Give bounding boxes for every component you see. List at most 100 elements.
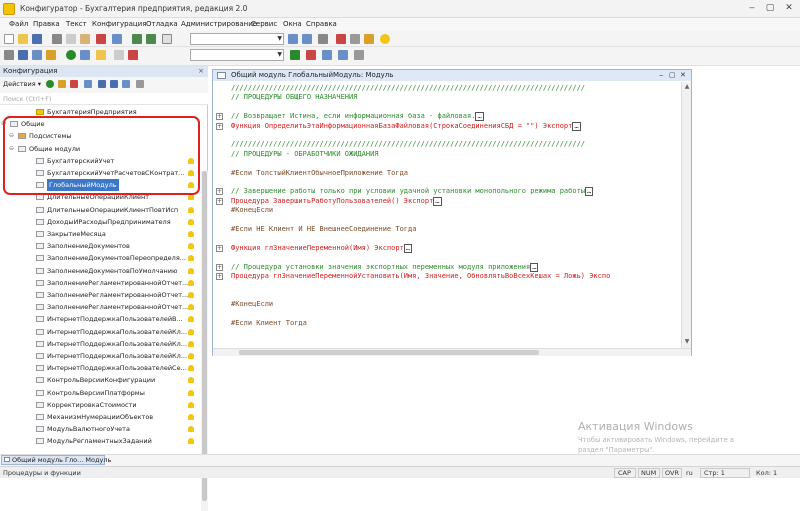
tree-item[interactable]: КонтрольВерсииКонфигурации [0, 374, 208, 386]
tree-item[interactable]: ЗаполнениеДокументов [0, 240, 208, 252]
find-next-icon[interactable] [288, 34, 298, 44]
save-icon[interactable] [32, 34, 42, 44]
scroll-down-icon[interactable]: ▼ [683, 338, 691, 346]
syntax-check-icon[interactable] [364, 34, 374, 44]
menu-file[interactable]: Файл [9, 20, 28, 28]
tree-item[interactable]: ДоходыИРасходыПредпринимателя [0, 216, 208, 228]
collapsed-block-icon[interactable]: … [403, 243, 413, 253]
cut-icon[interactable] [52, 34, 62, 44]
menu-windows[interactable]: Окна [283, 20, 302, 28]
print-icon[interactable] [112, 34, 122, 44]
panel-close-icon[interactable]: × [198, 66, 204, 77]
redo-icon[interactable] [146, 34, 156, 44]
collapsed-block-icon[interactable]: … [572, 121, 581, 131]
fold-toggle-icon[interactable]: + [216, 188, 223, 196]
edit-icon[interactable] [58, 80, 66, 88]
delete-icon[interactable] [96, 34, 106, 44]
menu-text[interactable]: Текст [66, 20, 87, 28]
undo-icon[interactable] [132, 34, 142, 44]
db-icon[interactable] [18, 50, 28, 60]
fold-toggle-icon[interactable]: + [216, 244, 223, 252]
breakpoint-icon[interactable] [290, 50, 300, 60]
move-down-icon[interactable] [110, 80, 118, 88]
tree-scrollbar-thumb[interactable] [202, 171, 207, 501]
menu-administration[interactable]: Администрирование [181, 20, 257, 28]
editor-vscrollbar[interactable]: ▲ ▼ [681, 82, 691, 348]
tree-item[interactable]: ЗаполнениеДокументовПереопределя... [0, 252, 208, 264]
bookmark-icon[interactable] [336, 34, 346, 44]
tree-item[interactable]: ДлительныеОперацииКлиентПовтИсп [0, 204, 208, 216]
tree-item[interactable]: ИнтернетПоддержкаПользователейКл... [0, 350, 208, 362]
editor-maximize-button[interactable]: ▢ [669, 70, 676, 81]
paste-icon[interactable] [80, 34, 90, 44]
step-out-icon[interactable] [338, 50, 348, 60]
tree-item[interactable]: ЗаполнениеРегламентированнойОтчет... [0, 277, 208, 289]
window-tab-module[interactable]: Общий модуль Гло... Модуль [1, 455, 111, 465]
collapsed-block-icon[interactable]: … [433, 196, 442, 206]
step-icon[interactable] [306, 50, 316, 60]
find-prev-icon[interactable] [302, 34, 312, 44]
tree-item[interactable]: ЗаполнениеДокументовПоУмолчанию [0, 265, 208, 277]
menu-edit[interactable]: Правка [33, 20, 60, 28]
menu-debug[interactable]: Отладка [146, 20, 178, 28]
update-config-icon[interactable] [80, 50, 90, 60]
menu-help[interactable]: Справка [306, 20, 337, 28]
tree-item[interactable]: МодульРегламентныхЗаданий [0, 435, 208, 447]
menu-configuration[interactable]: Конфигурация [92, 20, 146, 28]
scroll-up-icon[interactable]: ▲ [683, 83, 691, 91]
watch-icon[interactable] [354, 50, 364, 60]
tree-item[interactable]: ИнтернетПоддержкаПользователейКл... [0, 338, 208, 350]
tree-item[interactable]: ИнтернетПоддержкаПользователейВ... [0, 313, 208, 325]
copy-icon[interactable] [66, 34, 76, 44]
tree-item[interactable]: ЗакрытиеМесяца [0, 228, 208, 240]
code-area[interactable]: ////////////////////////////////////////… [227, 82, 681, 348]
search-combo[interactable]: ▼ [190, 33, 284, 45]
fold-toggle-icon[interactable]: + [216, 122, 223, 130]
enterprise-icon[interactable] [96, 50, 106, 60]
add-icon[interactable] [46, 80, 54, 88]
minimize-button[interactable]: ‒ [744, 2, 760, 15]
editor-hscrollbar[interactable] [213, 348, 691, 356]
support-icon[interactable] [46, 50, 56, 60]
tree-item[interactable]: ЗаполнениеРегламентированнойОтчет... [0, 289, 208, 301]
run-debug-icon[interactable] [66, 50, 76, 60]
collapsed-block-icon[interactable]: … [475, 112, 484, 122]
new-icon[interactable] [4, 34, 14, 44]
find-icon[interactable] [162, 34, 172, 44]
properties-icon[interactable] [84, 80, 92, 88]
module-icon[interactable] [114, 50, 124, 60]
open-icon[interactable] [18, 34, 28, 44]
delete-item-icon[interactable] [70, 80, 78, 88]
collapsed-block-icon[interactable]: … [585, 187, 594, 197]
search-box[interactable]: Поиск (Ctrl+F) [0, 93, 208, 105]
tree-item[interactable]: МодульВалютногоУчета [0, 423, 208, 435]
editor-minimize-button[interactable]: ‒ [659, 70, 663, 81]
tree-item[interactable]: МеханизмНумерацииОбъектов [0, 411, 208, 423]
close-button[interactable]: ✕ [781, 2, 797, 15]
fold-toggle-icon[interactable]: + [216, 273, 223, 280]
config-icon[interactable] [4, 50, 14, 60]
collapsed-block-icon[interactable]: … [530, 262, 539, 272]
step-over-icon[interactable] [322, 50, 332, 60]
fold-toggle-icon[interactable]: + [216, 113, 223, 121]
tree-item[interactable]: КонтрольВерсииПлатформы [0, 387, 208, 399]
fold-toggle-icon[interactable]: + [216, 197, 223, 205]
editor-hscrollbar-thumb[interactable] [239, 350, 539, 355]
search-input[interactable]: Поиск (Ctrl+F) [3, 95, 51, 103]
tree-item[interactable]: ИнтернетПоддержкаПользователейСе... [0, 362, 208, 374]
procedures-combo[interactable]: ▼ [190, 49, 284, 61]
replace-icon[interactable] [318, 34, 328, 44]
goto-icon[interactable] [350, 34, 360, 44]
sort-icon[interactable] [122, 80, 130, 88]
stop-icon[interactable] [128, 50, 138, 60]
tree-item[interactable]: ЗаполнениеРегламентированнойОтчет... [0, 301, 208, 313]
editor-close-button[interactable]: ✕ [680, 70, 686, 81]
fold-toggle-icon[interactable]: + [216, 263, 223, 271]
maximize-button[interactable]: ▢ [762, 2, 778, 15]
filter-icon[interactable] [136, 80, 144, 88]
menu-service[interactable]: Сервис [251, 20, 277, 28]
tree-item[interactable]: КорректировкаСтоимости [0, 399, 208, 411]
tree-item[interactable]: ИнтернетПоддержкаПользователейКл... [0, 326, 208, 338]
actions-menu[interactable]: Действия ▾ [3, 80, 41, 88]
move-up-icon[interactable] [98, 80, 106, 88]
